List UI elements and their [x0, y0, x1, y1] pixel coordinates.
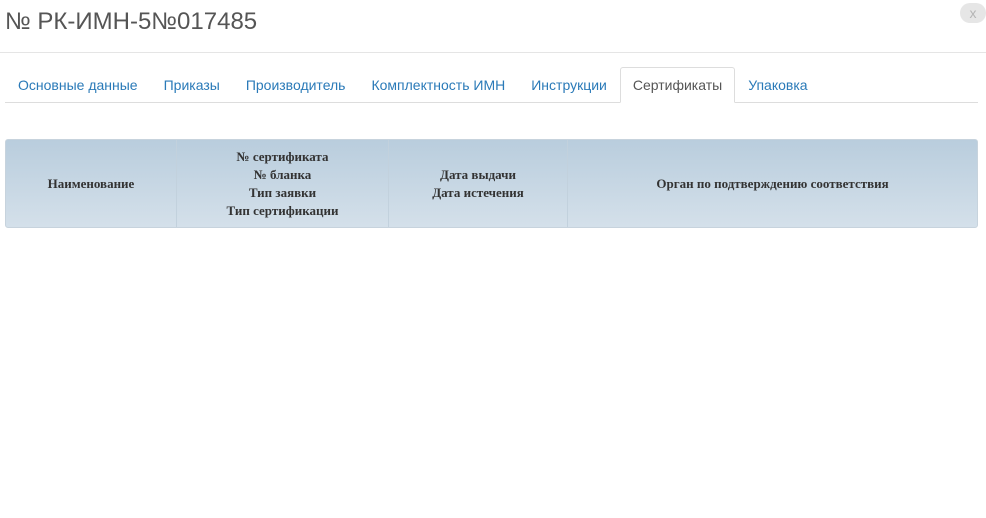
tab-certificates[interactable]: Сертификаты — [619, 67, 736, 103]
close-icon: x — [969, 5, 977, 21]
certificates-table-header: Наименование № сертификата № бланка Тип … — [5, 139, 978, 228]
column-header-dates[interactable]: Дата выдачи Дата истечения — [388, 140, 567, 227]
page-title: № РК-ИМН-5№017485 — [5, 8, 258, 35]
column-header-cert-number: № сертификата — [236, 148, 329, 164]
tab-orders[interactable]: Приказы — [151, 67, 233, 102]
tab-bar: Основные данные Приказы Производитель Ко… — [5, 67, 978, 103]
column-header-issue-date: Дата выдачи — [440, 166, 516, 182]
column-header-organ[interactable]: Орган по подтверждению соответствия — [567, 140, 977, 227]
tab-instructions[interactable]: Инструкции — [518, 67, 620, 102]
column-header-name[interactable]: Наименование — [6, 140, 176, 227]
column-header-organ-label: Орган по подтверждению соответствия — [656, 175, 889, 191]
modal-dialog: № РК-ИМН-5№017485 x Основные данные Прик… — [0, 0, 986, 518]
column-header-certification-type: Тип сертификации — [226, 202, 339, 218]
tab-main-data[interactable]: Основные данные — [5, 67, 151, 102]
column-header-expiry-date: Дата истечения — [432, 184, 524, 200]
column-header-request-type: Тип заявки — [248, 184, 317, 200]
tab-completeness[interactable]: Комплектность ИМН — [358, 67, 518, 102]
column-header-certificate[interactable]: № сертификата № бланка Тип заявки Тип се… — [176, 140, 388, 227]
column-header-blank-number: № бланка — [253, 166, 312, 182]
column-header-name-label: Наименование — [47, 175, 135, 191]
close-button[interactable]: x — [960, 3, 986, 23]
tab-manufacturer[interactable]: Производитель — [233, 67, 359, 102]
tab-packaging[interactable]: Упаковка — [735, 67, 820, 102]
modal-header: № РК-ИМН-5№017485 x — [0, 0, 986, 53]
